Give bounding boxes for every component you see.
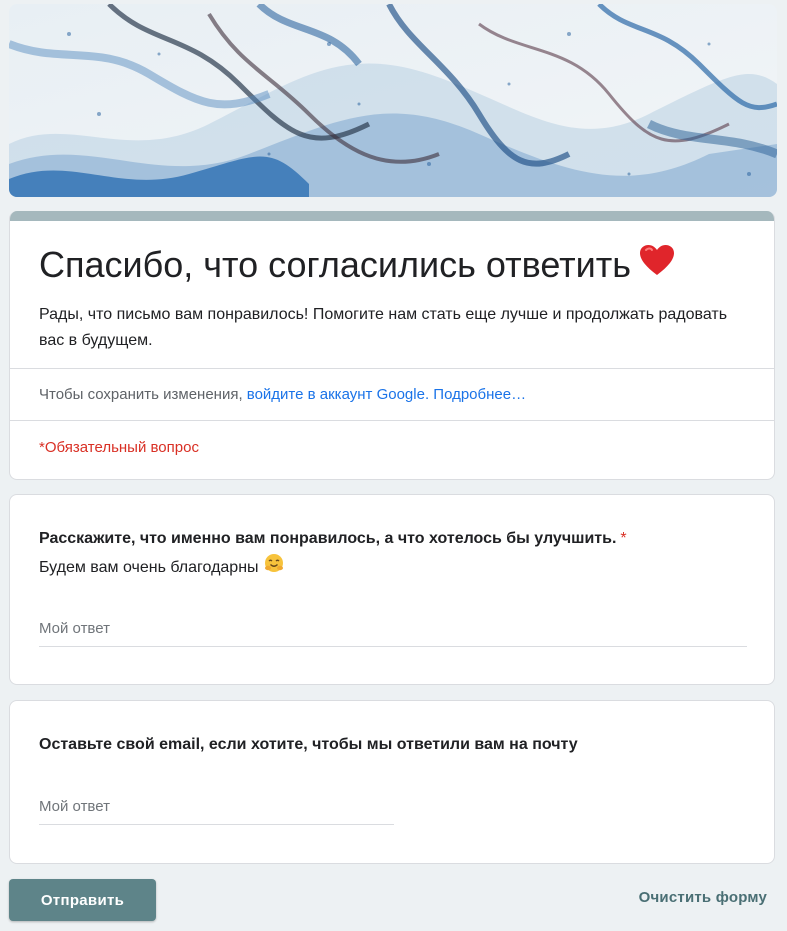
question-title: Расскажите, что именно вам понравилось, … [39, 528, 627, 550]
signin-prompt-text: Чтобы сохранить изменения, [39, 386, 247, 403]
header-divider-1 [10, 368, 774, 369]
submit-button[interactable]: Отправить [9, 879, 156, 921]
form-header-card: Спасибо, что согласились ответить Рады, … [9, 211, 775, 480]
question-title: Оставьте свой email, если хотите, чтобы … [39, 736, 578, 753]
google-signin-link[interactable]: войдите в аккаунт Google. [247, 386, 429, 403]
form-description: Рады, что письмо вам понравилось! Помоги… [39, 306, 728, 349]
clear-form-button[interactable]: Очистить форму [639, 889, 767, 906]
header-divider-2 [10, 420, 774, 421]
hugging-face-icon [264, 553, 284, 580]
header-accent-bar [10, 211, 774, 221]
question-subtitle: Будем вам очень благодарны [39, 553, 284, 580]
feedback-answer-input[interactable] [39, 619, 747, 647]
question-subtitle-text: Будем вам очень благодарны [39, 559, 259, 577]
form-title-text: Спасибо, что согласились ответить [39, 244, 632, 285]
learn-more-link[interactable]: Подробнее… [433, 386, 526, 403]
question-card-feedback: Расскажите, что именно вам понравилось, … [9, 494, 775, 685]
required-asterisk: * [620, 530, 627, 547]
question-title-text: Расскажите, что именно вам понравилось, … [39, 530, 617, 547]
form-title: Спасибо, что согласились ответить [39, 243, 675, 287]
marble-watercolor-image [9, 4, 777, 197]
header-banner-image [9, 4, 777, 197]
red-heart-icon [639, 242, 675, 286]
signin-prompt: Чтобы сохранить изменения, войдите в акк… [39, 386, 526, 403]
required-question-note: *Обязательный вопрос [39, 439, 199, 456]
email-answer-input[interactable] [39, 797, 394, 825]
question-card-email: Оставьте свой email, если хотите, чтобы … [9, 700, 775, 864]
